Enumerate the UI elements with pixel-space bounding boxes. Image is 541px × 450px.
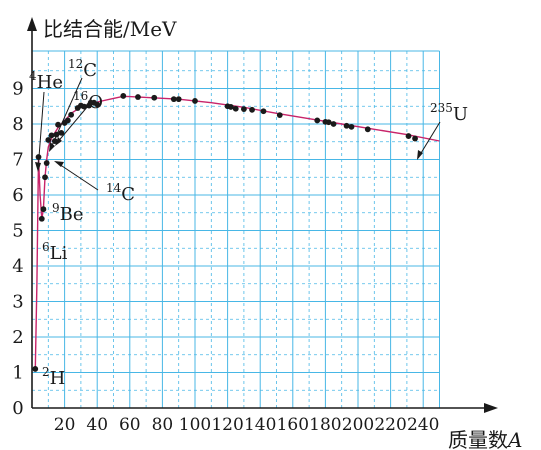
data-point <box>276 112 283 119</box>
label-li6: 6Li <box>42 240 68 264</box>
label-be9: 9Be <box>52 201 84 225</box>
data-point <box>249 106 255 113</box>
x-tick-label: 180 <box>309 415 341 435</box>
y-tick-label: 6 <box>12 185 23 206</box>
data-point <box>405 133 412 139</box>
y-tick-labels: 0 1 2 3 4 5 6 7 8 9 <box>12 79 23 420</box>
data-points <box>32 93 418 372</box>
x-tick-label: 200 <box>342 415 374 435</box>
data-point <box>43 160 50 166</box>
x-tick-label: 140 <box>244 415 276 435</box>
y-tick-label: 5 <box>12 221 23 242</box>
data-point <box>348 123 355 130</box>
y-tick-label: 4 <box>12 256 23 277</box>
x-tick-label: 240 <box>407 415 439 435</box>
data-point <box>364 126 371 133</box>
label-he4: 4He <box>29 69 63 93</box>
data-point <box>68 111 75 118</box>
data-point <box>38 215 45 222</box>
c14-pointer <box>55 161 99 191</box>
y-tick-label: 0 <box>12 398 23 419</box>
data-point <box>48 132 55 139</box>
x-tick-label: 100 <box>179 415 211 435</box>
he4-arrow-icon <box>35 162 41 172</box>
y-tick-label: 2 <box>12 327 23 348</box>
x-tick-label: 220 <box>374 415 406 435</box>
binding-energy-chart: 比结合能/MeV 质量数A 0123456789 20 40 60 80 100 120 1… <box>12 17 522 450</box>
y-tick-label: 7 <box>12 150 23 171</box>
data-point <box>241 106 247 112</box>
data-point <box>120 93 127 99</box>
label-c12: 12C <box>68 57 97 81</box>
x-tick-label: 60 <box>119 415 141 435</box>
binding-energy-curve <box>34 95 440 369</box>
label-u235: 235U <box>430 101 468 125</box>
x-tick-label: 120 <box>211 415 243 435</box>
data-point <box>40 206 47 213</box>
y-tick-label: 9 <box>12 79 23 100</box>
y-axis-arrow-icon <box>27 17 37 31</box>
y-axis-title: 比结合能/MeV <box>43 17 177 41</box>
x-tick-label: 160 <box>277 415 309 435</box>
data-point <box>232 105 239 112</box>
x-axis-title: 质量数A <box>448 428 522 450</box>
data-point <box>343 122 350 129</box>
data-point <box>260 108 267 115</box>
label-c14: 14C <box>106 181 135 205</box>
data-point <box>151 94 158 101</box>
x-axis-arrow-icon <box>484 403 498 413</box>
data-point <box>314 117 321 124</box>
x-tick-label: 80 <box>152 415 174 435</box>
annotation-arrows <box>35 137 423 172</box>
data-point <box>175 96 182 103</box>
data-point <box>192 98 198 104</box>
x-tick-label: 20 <box>54 415 76 435</box>
data-point <box>42 174 48 181</box>
data-point <box>32 366 39 372</box>
label-h2: 2H <box>42 365 65 389</box>
y-tick-label: 1 <box>12 363 23 384</box>
x-tick-label: 40 <box>86 415 108 435</box>
y-tick-label: 8 <box>12 114 23 135</box>
x-tick-labels: 20 40 60 80 100 120 140 160 180 200 220 240 <box>54 415 440 435</box>
data-point <box>135 94 141 100</box>
data-point <box>330 121 337 127</box>
y-tick-label: 3 <box>12 292 23 313</box>
data-point <box>64 117 71 124</box>
data-point <box>412 135 418 142</box>
